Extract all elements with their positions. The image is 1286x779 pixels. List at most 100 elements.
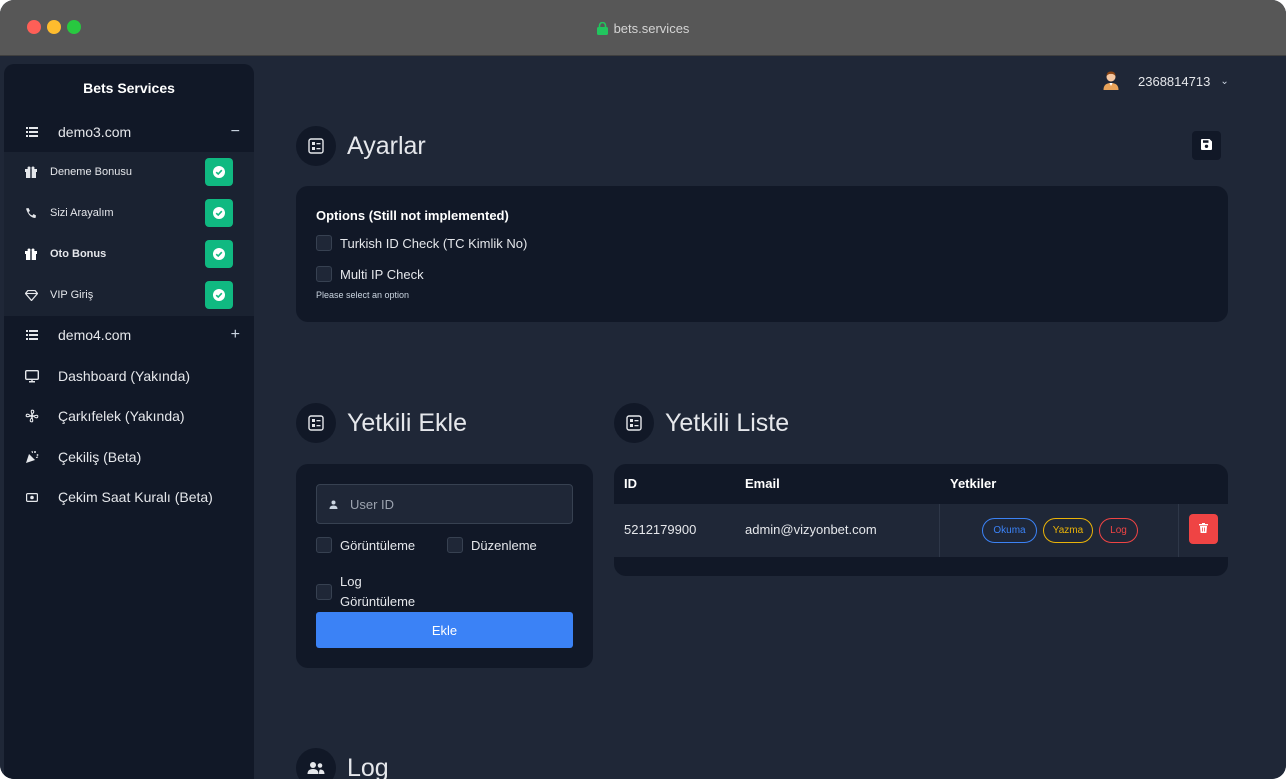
browser-titlebar: bets.services	[0, 0, 1286, 56]
user-id-input[interactable]: User ID	[316, 484, 573, 524]
cell-id: 5212179900	[624, 522, 697, 537]
list-icon	[24, 330, 40, 340]
sidebar-item-label: Oto Bonus	[50, 248, 107, 260]
user-id-placeholder: User ID	[350, 496, 395, 512]
enabled-check-button[interactable]	[205, 281, 233, 309]
admin-list-header: Yetkili Liste	[614, 403, 789, 443]
sidebar-item-sizi-arayalim[interactable]: Sizi Arayalım	[4, 193, 254, 233]
list-icon	[24, 127, 40, 137]
sidebar-item-label: Çekim Saat Kuralı (Beta)	[58, 489, 213, 505]
url-text: bets.services	[613, 21, 690, 36]
perm-badge-write: Yazma	[1043, 518, 1093, 543]
option-label: Multi IP Check	[340, 266, 424, 282]
table-row: 5212179900 admin@vizyonbet.com Okuma Yaz…	[614, 504, 1228, 557]
sidebar-item-label: Deneme Bonusu	[50, 166, 132, 178]
perm-label: Görüntüleme	[340, 537, 416, 553]
option-multi-ip-check[interactable]: Multi IP Check	[316, 266, 424, 282]
floppy-disk-icon	[1201, 137, 1212, 155]
sidebar-group-demo4[interactable]: demo4.com +	[4, 315, 254, 355]
sidebar-group-demo3[interactable]: demo3.com −	[4, 112, 254, 152]
column-header-perms: Yetkiler	[950, 476, 997, 491]
gift-icon	[24, 248, 38, 260]
sidebar-item-carkifelek[interactable]: Çarkıfelek (Yakında)	[4, 396, 254, 436]
page-title: Ayarlar	[347, 131, 426, 160]
perm-view-option[interactable]: Görüntüleme	[316, 537, 415, 553]
diamond-icon	[24, 289, 38, 301]
sidebar-item-label: Sizi Arayalım	[50, 207, 114, 219]
sidebar-item-vip-giris[interactable]: VIP Giriş	[4, 275, 254, 315]
column-divider	[939, 504, 940, 557]
checkbox[interactable]	[316, 266, 332, 282]
perm-badge-log: Log	[1099, 518, 1138, 543]
add-admin-header: Yetkili Ekle	[296, 403, 467, 443]
perm-label: Log	[340, 574, 362, 589]
avatar	[1100, 70, 1122, 92]
settings-section-icon	[296, 126, 336, 166]
monitor-icon	[24, 369, 40, 383]
phone-icon	[24, 207, 38, 219]
sidebar-item-dashboard[interactable]: Dashboard (Yakında)	[4, 356, 254, 396]
perm-label: Görüntüleme	[340, 594, 416, 609]
address-bar[interactable]: bets.services	[0, 21, 1286, 38]
user-icon	[329, 500, 338, 509]
options-card: Options (Still not implemented) Turkish …	[296, 186, 1228, 322]
chevron-down-icon[interactable]: ⌄	[1220, 76, 1228, 87]
section-title: Log	[347, 753, 389, 779]
money-icon	[24, 492, 40, 502]
add-admin-card: User ID Görüntüleme Düzenleme Log Görünt…	[296, 464, 593, 668]
section-title: Yetkili Ekle	[347, 408, 467, 437]
browser-window: bets.services Bets Services demo3.com − …	[0, 0, 1286, 779]
enabled-check-button[interactable]	[205, 240, 233, 268]
trash-icon	[1199, 520, 1208, 538]
sidebar-item-cekilis[interactable]: Çekiliş (Beta)	[4, 437, 254, 477]
checkbox[interactable]	[316, 537, 332, 553]
brand-title: Bets Services	[83, 80, 175, 96]
app-root: Bets Services demo3.com − Deneme Bonusu …	[0, 56, 1286, 779]
perm-label: Düzenleme	[471, 537, 537, 553]
sidebar-submenu: Deneme Bonusu Sizi Arayalım Oto Bonus VI…	[4, 152, 254, 316]
sidebar-item-oto-bonus[interactable]: Oto Bonus	[4, 234, 254, 274]
admin-table: ID Email Yetkiler 5212179900 admin@vizyo…	[614, 464, 1228, 576]
section-title: Yetkili Liste	[665, 408, 790, 437]
sidebar-item-label: Çekiliş (Beta)	[58, 449, 142, 465]
delete-button[interactable]	[1189, 514, 1218, 544]
list-section-icon	[614, 403, 654, 443]
perm-log-option[interactable]: Log Görüntüleme	[316, 572, 415, 612]
sidebar-item-label: Çarkıfelek (Yakında)	[58, 408, 185, 424]
cell-email: admin@vizyonbet.com	[745, 522, 877, 537]
options-hint: Please select an option	[316, 290, 410, 300]
lock-icon	[596, 21, 608, 38]
log-header: Log	[296, 748, 389, 779]
settings-header: Ayarlar	[296, 126, 426, 166]
collapse-toggle[interactable]: −	[231, 123, 240, 141]
fan-icon	[24, 409, 40, 423]
sidebar-group-label: demo4.com	[58, 327, 132, 343]
column-header-id: ID	[624, 476, 637, 491]
form-section-icon	[296, 403, 336, 443]
user-menu[interactable]: 2368814713 ⌄	[1100, 70, 1229, 92]
sidebar-item-label: VIP Giriş	[50, 289, 94, 301]
perm-badge-read: Okuma	[982, 518, 1037, 543]
enabled-check-button[interactable]	[205, 158, 233, 186]
sidebar-item-deneme-bonusu[interactable]: Deneme Bonusu	[4, 152, 254, 192]
add-button[interactable]: Ekle	[316, 612, 573, 648]
perm-edit-option[interactable]: Düzenleme	[447, 537, 537, 553]
checkbox[interactable]	[316, 584, 332, 600]
options-title: Options (Still not implemented)	[316, 208, 509, 223]
sidebar-group-label: demo3.com	[58, 124, 132, 140]
checkbox[interactable]	[316, 235, 332, 251]
sidebar-item-cekim-saat-kurali[interactable]: Çekim Saat Kuralı (Beta)	[4, 477, 254, 517]
checkbox[interactable]	[447, 537, 463, 553]
sidebar: Bets Services demo3.com − Deneme Bonusu …	[4, 64, 254, 779]
expand-toggle[interactable]: +	[231, 326, 240, 344]
column-divider	[1178, 504, 1179, 557]
party-icon	[24, 450, 40, 464]
enabled-check-button[interactable]	[205, 199, 233, 227]
sidebar-item-label: Dashboard (Yakında)	[58, 368, 191, 384]
column-header-email: Email	[745, 476, 780, 491]
option-turkish-id-check[interactable]: Turkish ID Check (TC Kimlik No)	[316, 235, 527, 251]
user-id: 2368814713	[1138, 73, 1211, 89]
option-label: Turkish ID Check (TC Kimlik No)	[340, 235, 528, 251]
perm-label-wrap: Log Görüntüleme	[340, 572, 415, 612]
save-button[interactable]	[1192, 131, 1221, 160]
